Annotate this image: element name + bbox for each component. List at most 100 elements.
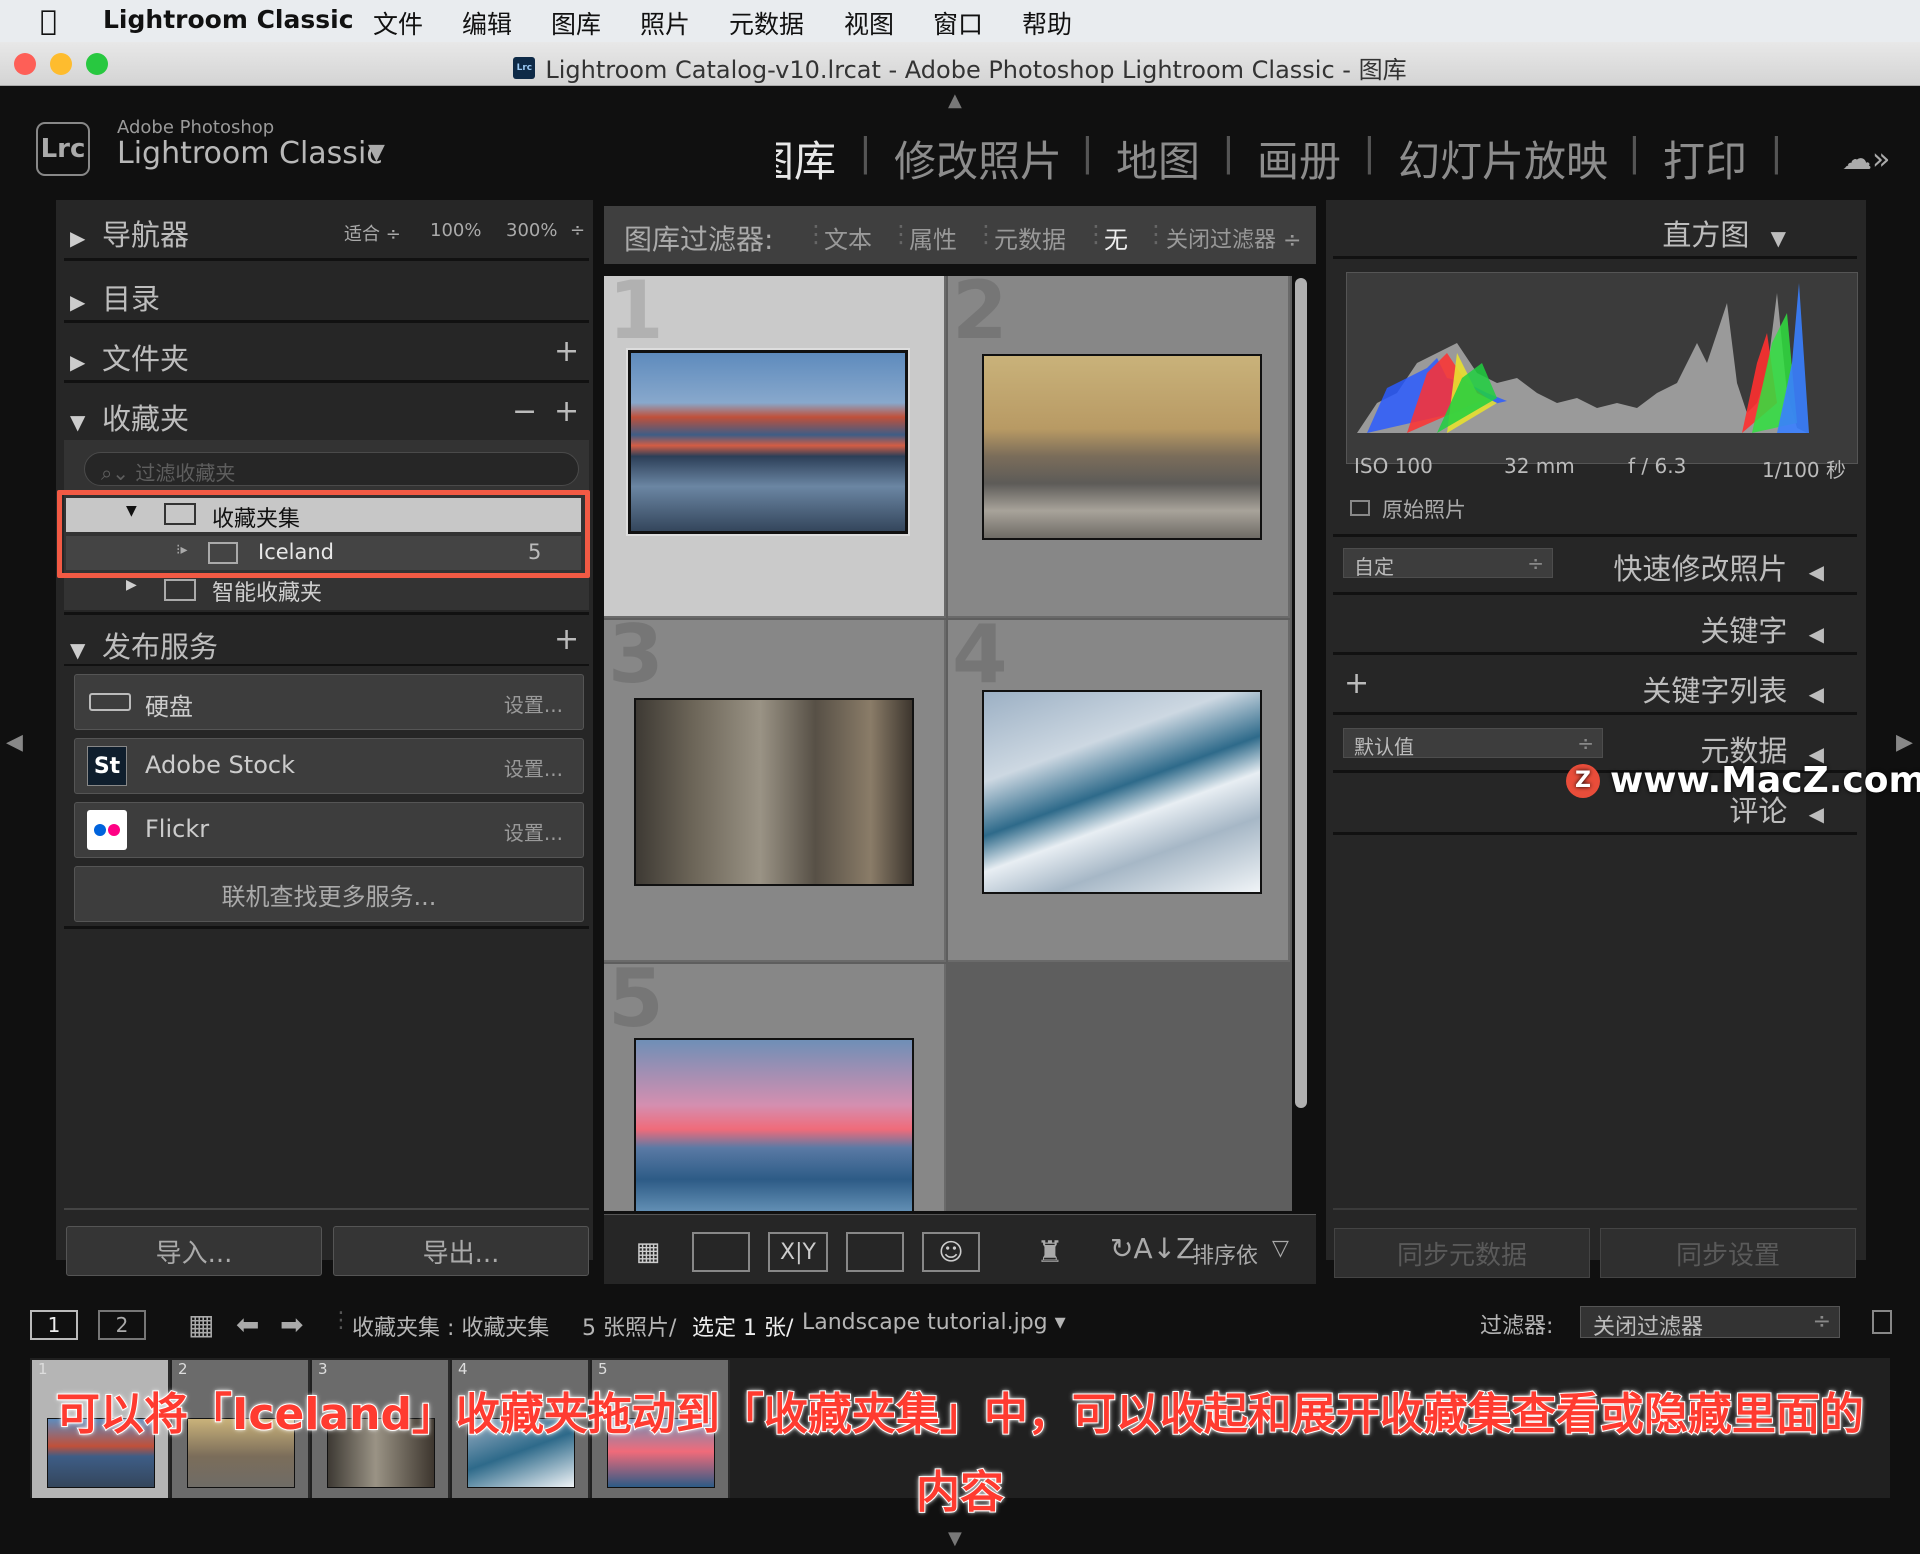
collapse-top-panel-icon[interactable]: ▲ [948,90,962,111]
painter-spray-icon[interactable]: ♜ [1034,1228,1066,1276]
photo-thumbnail[interactable] [982,690,1262,894]
publish-adobe-stock[interactable]: St Adobe Stock 设置... [74,738,584,794]
remove-collection-icon[interactable]: − [512,394,537,429]
filter-lock-icon[interactable] [1872,1310,1892,1334]
cloud-sync-icon[interactable]: ☁» [1842,142,1890,177]
sort-by-label[interactable]: 排序依 [1192,1238,1258,1270]
setup-link[interactable]: 设置... [504,753,563,782]
apple-icon[interactable]:  [40,4,57,37]
histogram-display[interactable] [1346,272,1858,464]
filter-attribute-tab[interactable]: 属性 [909,220,957,255]
sort-direction-icon[interactable]: ↻A↓Z [1110,1232,1195,1265]
menu-file[interactable]: 文件 [373,5,423,41]
back-arrow-icon[interactable]: ⬅ [236,1308,259,1341]
module-develop[interactable]: 修改照片 [894,128,1062,189]
module-separator: | [1222,130,1235,174]
quick-develop-header[interactable]: 快速修改照片 ◀ [1434,546,1824,588]
filter-text-tab[interactable]: 文本 [824,220,872,255]
filmstrip-source[interactable]: 收藏夹集 : 收藏夹集 [352,1310,549,1342]
filmstrip-filter-dropdown[interactable]: 关闭过滤器 ÷ [1580,1306,1840,1340]
people-view-icon[interactable]: ☺ [922,1232,980,1272]
add-folder-icon[interactable]: + [554,334,579,369]
smart-collection-set-row[interactable]: ▶ 智能收藏夹 [66,574,581,606]
collapse-triangle-icon: ▼ [70,638,86,662]
keyword-list-header[interactable]: 关键字列表 ◀ [1434,668,1824,710]
photo-grid: 1 2 3 4 5 [604,276,1292,1211]
filter-metadata-tab[interactable]: 元数据 [994,220,1066,255]
photo-thumbnail[interactable] [628,350,908,534]
dropdown-arrows-icon: ÷ [1812,1309,1831,1334]
module-map[interactable]: 地图 [1116,128,1200,189]
survey-view-icon[interactable] [846,1232,904,1272]
grid-cell[interactable]: 5 [604,952,946,1211]
menu-photo[interactable]: 照片 [640,5,690,41]
add-keyword-icon[interactable]: + [1344,666,1369,701]
grid-scrollbar[interactable] [1295,278,1307,1108]
module-book[interactable]: 画册 [1257,128,1341,189]
module-separator: | [859,130,872,174]
publish-hard-drive[interactable]: 硬盘 设置... [74,674,584,730]
collapse-triangle-icon: ▼ [70,410,86,434]
menu-help[interactable]: 帮助 [1022,5,1072,41]
menu-metadata[interactable]: 元数据 [729,5,804,41]
menu-window[interactable]: 窗口 [933,5,983,41]
module-separator: | [1081,130,1094,174]
setup-link[interactable]: 设置... [504,817,563,846]
library-filter-bar: 图库过滤器: ⋮ 文本 ⋮ 属性 ⋮ 元数据 ⋮ 无 ⋮ 关闭过滤器 ÷ [604,206,1316,264]
keywords-header[interactable]: 关键字 ◀ [1434,608,1824,650]
zoom-fit-option[interactable]: 适合 ÷ [344,220,401,246]
grid-cell[interactable]: 2 [948,276,1290,618]
import-button[interactable]: 导入... [66,1226,322,1276]
grid-icon[interactable]: ▦ [188,1308,214,1341]
photo-thumbnail[interactable] [634,1038,914,1211]
forward-arrow-icon[interactable]: ➡ [280,1308,303,1341]
grid-cell[interactable]: 3 [604,608,946,962]
publish-services-header[interactable]: ▼ 发布服务 [70,624,590,666]
identity-plate-dropdown-icon[interactable]: ▼ [368,140,385,165]
grid-view-icon[interactable]: ▦ [620,1232,676,1272]
export-button[interactable]: 导出... [333,1226,589,1276]
collection-search-input[interactable]: ⌕⌄ 过滤收藏夹 [84,452,579,486]
zoom-more-icon[interactable]: ÷ [570,220,585,241]
sync-metadata-button[interactable]: 同步元数据 [1334,1228,1590,1278]
module-separator: | [1770,130,1783,174]
shutter-value: 1/100 秒 [1762,458,1846,482]
original-photo-checkbox[interactable] [1350,500,1370,516]
expand-triangle-icon: ▶ [70,226,86,250]
menu-app-name[interactable]: Lightroom Classic [103,5,354,34]
primary-screen-button[interactable]: 1 [30,1310,78,1340]
loupe-view-icon[interactable] [692,1232,750,1272]
publish-flickr[interactable]: Flickr 设置... [74,802,584,858]
collapse-right-panel-icon[interactable]: ▶ [1896,730,1913,755]
add-publish-service-icon[interactable]: + [554,622,579,657]
add-collection-icon[interactable]: + [554,394,579,429]
find-more-services-button[interactable]: 联机查找更多服务... [74,866,584,922]
menu-edit[interactable]: 编辑 [462,5,512,41]
grid-cell[interactable]: 4 [948,608,1290,962]
toolbar-options-icon[interactable]: ▽ [1272,1236,1289,1261]
histogram-header[interactable]: 直方图 ▼ [1396,212,1786,254]
secondary-screen-button[interactable]: 2 [98,1310,146,1340]
folders-header[interactable]: ▶ 文件夹 [70,336,590,378]
collapse-left-panel-icon[interactable]: ◀ [6,730,23,755]
filter-none-tab[interactable]: 无 [1104,220,1128,255]
selected-filename[interactable]: Landscape tutorial.jpg ▾ [802,1310,1066,1335]
flickr-icon [87,810,127,850]
setup-link[interactable]: 设置... [504,689,563,718]
photo-thumbnail[interactable] [634,698,914,886]
compare-view-icon[interactable]: X|Y [768,1232,828,1272]
module-slideshow[interactable]: 幻灯片放映 [1398,128,1608,189]
grid-cell[interactable]: 1 [604,276,946,618]
menu-view[interactable]: 视图 [844,5,894,41]
module-library[interactable]: 图库 [776,128,836,189]
lrc-logo-icon: Lrc [36,122,90,176]
filter-preset-dropdown[interactable]: 关闭过滤器 ÷ [1166,222,1301,254]
menu-library[interactable]: 图库 [551,5,601,41]
photo-thumbnail[interactable] [982,354,1262,540]
focal-length-value: 32 mm [1504,454,1575,478]
zoom-300-option[interactable]: 300% [506,220,557,241]
module-print[interactable]: 打印 [1663,128,1747,189]
zoom-100-option[interactable]: 100% [430,220,481,241]
sync-settings-button[interactable]: 同步设置 [1600,1228,1856,1278]
catalog-header[interactable]: ▶ 目录 [70,276,590,318]
